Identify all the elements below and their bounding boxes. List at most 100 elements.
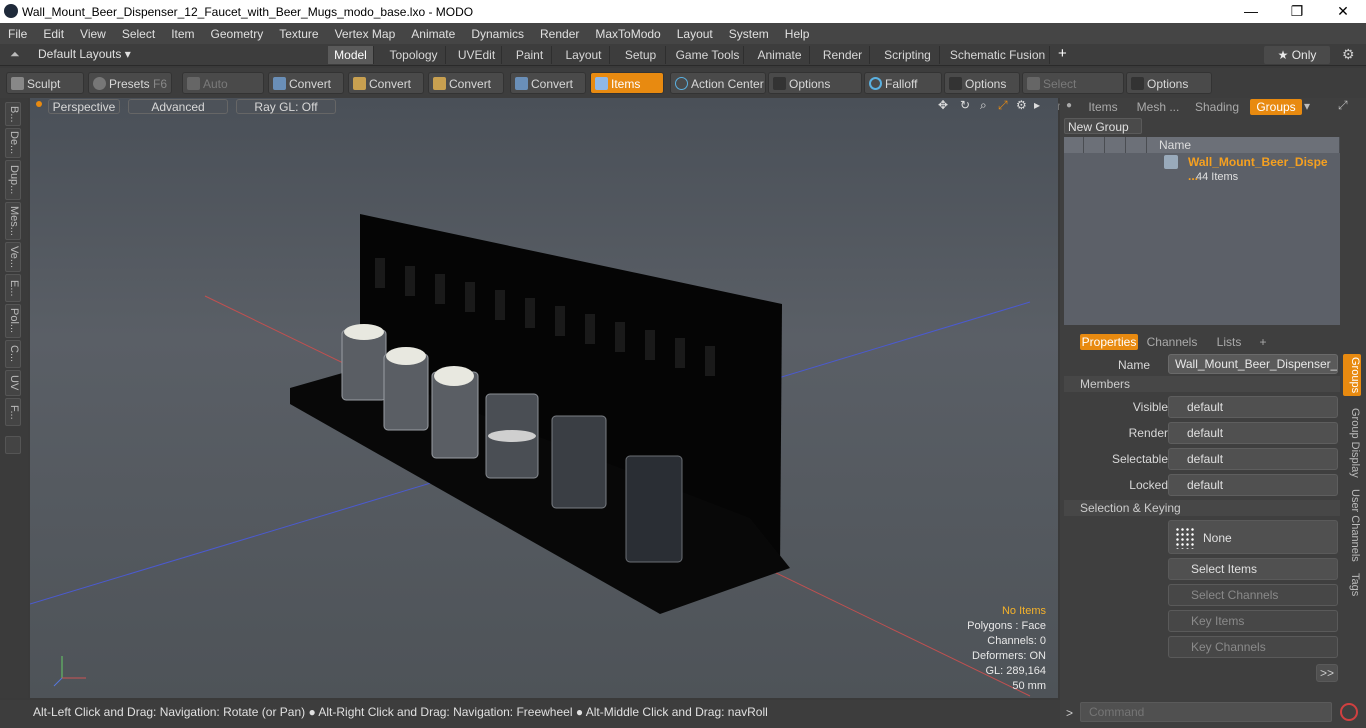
tab-basic[interactable]: B... [5, 102, 21, 126]
tab-topology[interactable]: Topology [382, 46, 446, 64]
maximize-panel-icon[interactable]: ⤢ [1338, 98, 1348, 113]
options-button-1[interactable]: Options [768, 72, 862, 94]
lock-icon[interactable] [1126, 137, 1147, 153]
select-through-button[interactable]: Select Through [1022, 72, 1124, 113]
record-icon[interactable] [1340, 703, 1358, 721]
name-field[interactable]: Wall_Mount_Beer_Dispenser_12 [1168, 354, 1338, 374]
tab-properties[interactable]: Properties [1080, 334, 1138, 350]
add-prop-tab-icon[interactable]: + [1256, 334, 1270, 350]
expand-arrow-icon[interactable]: ▸ [1034, 98, 1040, 112]
render-dropdown[interactable]: default [1168, 422, 1338, 444]
menu-maxtomodo[interactable]: MaxToModo [587, 27, 668, 41]
command-input[interactable] [1080, 702, 1332, 722]
layout-dropdown[interactable]: Default Layouts ▾ [38, 47, 131, 61]
convert-button-3[interactable]: Convert [428, 72, 504, 94]
tab-lists[interactable]: Lists [1206, 334, 1252, 350]
locked-dropdown[interactable]: default [1168, 474, 1338, 496]
new-group-button[interactable]: New Group [1064, 118, 1142, 134]
menu-help[interactable]: Help [777, 27, 818, 41]
tab-polygon[interactable]: Pol... [5, 304, 21, 338]
menu-edit[interactable]: Edit [35, 27, 72, 41]
menu-vertex-map[interactable]: Vertex Map [327, 27, 404, 41]
select-items-button[interactable]: Select Items [1168, 558, 1338, 580]
advanced-button[interactable]: Advanced [128, 99, 228, 114]
perspective-button[interactable]: Perspective [48, 99, 120, 114]
restore-button[interactable]: ❐ [1274, 0, 1320, 23]
convert-button-1[interactable]: Convert [268, 72, 344, 94]
tab-uvedit[interactable]: UVEdit [452, 46, 502, 64]
sculpt-button[interactable]: Sculpt [6, 72, 84, 94]
only-toggle[interactable]: ★ Only [1264, 46, 1330, 64]
menu-texture[interactable]: Texture [271, 27, 326, 41]
auto-select-button[interactable]: Auto Select [182, 72, 264, 113]
tab-schematic-fusion[interactable]: Schematic Fusion [946, 46, 1050, 64]
menu-dynamics[interactable]: Dynamics [463, 27, 532, 41]
menu-animate[interactable]: Animate [403, 27, 463, 41]
3d-viewport[interactable]: Perspective Advanced Ray GL: Off ✥ ↻ ⌕ ⤢… [30, 98, 1058, 698]
tab-scripting[interactable]: Scripting [876, 46, 940, 64]
action-center-button[interactable]: Action Center [670, 72, 766, 94]
tab-edge[interactable]: E... [5, 274, 21, 302]
tab-setup[interactable]: Setup [616, 46, 666, 64]
items-button[interactable]: Items [590, 72, 664, 94]
expand-icon[interactable]: ⏶ [10, 47, 20, 62]
minimize-button[interactable]: — [1228, 0, 1274, 23]
tab-curve[interactable]: C... [5, 340, 21, 368]
view-settings-icon[interactable]: ⚙ [1016, 98, 1027, 112]
rotate-view-icon[interactable]: ↻ [960, 98, 970, 112]
menu-file[interactable]: File [0, 27, 35, 41]
menu-select[interactable]: Select [114, 27, 163, 41]
options-button-3[interactable]: Options [1126, 72, 1212, 94]
select-channels-button[interactable]: Select Channels [1168, 584, 1338, 606]
tab-mesh[interactable]: Mesh ... [1132, 99, 1184, 115]
menu-view[interactable]: View [72, 27, 114, 41]
tab-shading[interactable]: Shading [1188, 99, 1246, 115]
vtab-groups[interactable]: Groups [1343, 354, 1361, 396]
vtab-user-channels[interactable]: User Channels [1343, 488, 1361, 562]
tab-layout[interactable]: Layout [558, 46, 610, 64]
move-view-icon[interactable]: ✥ [938, 98, 948, 112]
select-icon[interactable] [1105, 137, 1126, 153]
members-section[interactable]: Members [1064, 376, 1340, 392]
add-tab-icon[interactable]: + [1058, 45, 1067, 62]
tab-paint[interactable]: Paint [508, 46, 552, 64]
close-button[interactable]: ✕ [1320, 0, 1366, 23]
tab-mesh-edit[interactable]: Mes... [5, 202, 21, 240]
key-channels-button[interactable]: Key Channels [1168, 636, 1338, 658]
raygl-button[interactable]: Ray GL: Off [236, 99, 336, 114]
selectable-dropdown[interactable]: default [1168, 448, 1338, 470]
tab-game-tools[interactable]: Game Tools [672, 46, 744, 64]
group-row[interactable]: Wall_Mount_Beer_Dispe ... 44 Items [1064, 153, 1340, 187]
tab-fusion[interactable]: F... [5, 398, 21, 426]
tab-model[interactable]: Model [328, 46, 374, 64]
render-icon[interactable] [1084, 137, 1105, 153]
menu-layout[interactable]: Layout [669, 27, 721, 41]
vtab-tags[interactable]: Tags [1343, 570, 1361, 600]
key-items-button[interactable]: Key Items [1168, 610, 1338, 632]
visibility-eye-icon[interactable] [1064, 137, 1084, 153]
menu-item[interactable]: Item [163, 27, 202, 41]
tab-vertex[interactable]: Ve... [5, 242, 21, 272]
tab-uv[interactable]: UV [5, 370, 21, 396]
menu-system[interactable]: System [721, 27, 777, 41]
presets-button[interactable]: Presets F6 [88, 72, 172, 94]
tab-render[interactable]: Render [816, 46, 870, 64]
tab-channels[interactable]: Channels [1144, 334, 1200, 350]
tab-groups[interactable]: Groups [1250, 99, 1302, 115]
convert-button-2[interactable]: Convert [348, 72, 424, 94]
gear-icon[interactable]: ⚙ [1342, 46, 1355, 63]
zoom-view-icon[interactable]: ⌕ [980, 98, 987, 113]
menu-render[interactable]: Render [532, 27, 587, 41]
menu-geometry[interactable]: Geometry [203, 27, 272, 41]
tab-items[interactable]: Items [1082, 99, 1124, 115]
options-button-2[interactable]: Options [944, 72, 1020, 94]
more-button[interactable]: >> [1316, 664, 1338, 682]
tab-deform[interactable]: De... [5, 128, 21, 158]
tabs-dropdown-icon[interactable]: ▾ [1304, 99, 1310, 113]
visible-dropdown[interactable]: default [1168, 396, 1338, 418]
tab-duplicate[interactable]: Dup... [5, 160, 21, 200]
none-button[interactable]: None [1168, 520, 1338, 554]
vtab-group-display[interactable]: Group Display [1343, 404, 1361, 482]
tab-animate[interactable]: Animate [750, 46, 810, 64]
fit-view-icon[interactable]: ⤢ [998, 98, 1008, 113]
